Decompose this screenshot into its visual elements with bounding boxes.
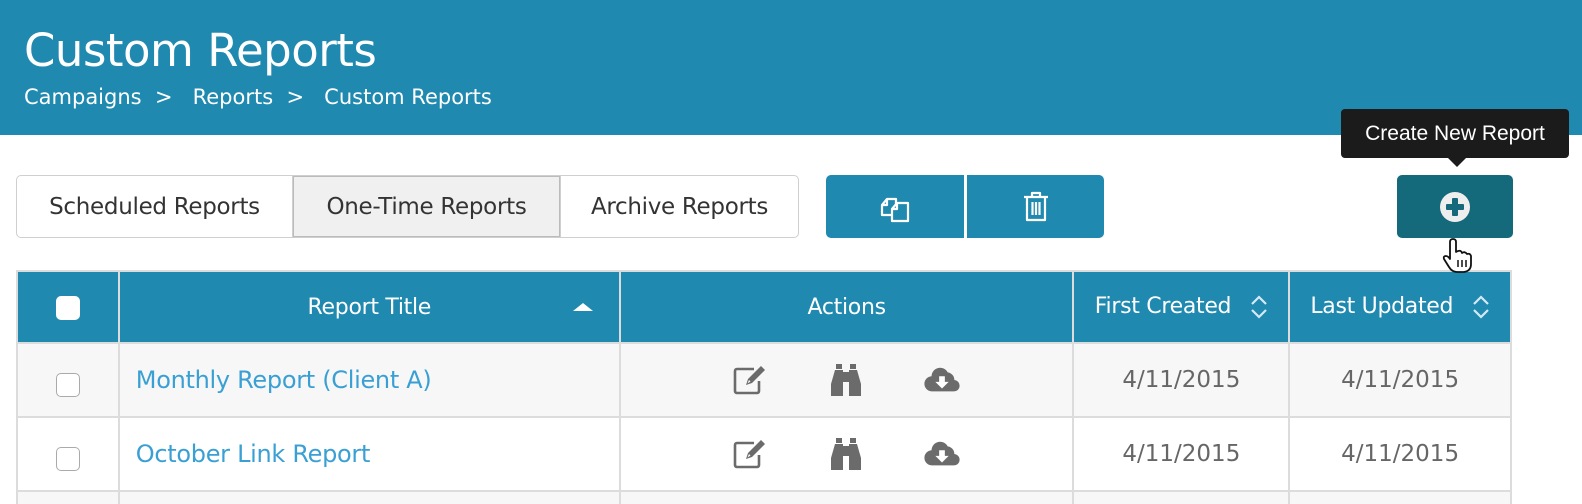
breadcrumb-separator — [273, 85, 286, 109]
tab-scheduled-reports[interactable]: Scheduled Reports — [17, 176, 292, 237]
copy-icon — [880, 197, 910, 222]
breadcrumb-separator — [142, 85, 155, 109]
report-title-link[interactable]: Monthly Report (Client A) — [120, 366, 432, 394]
header-report-title-label: Report Title — [307, 294, 432, 320]
edit-report-button[interactable] — [731, 362, 769, 398]
table-row — [16, 490, 1512, 504]
download-report-button[interactable] — [923, 436, 961, 472]
edit-icon — [733, 440, 765, 469]
cloud-download-icon — [924, 441, 960, 466]
last-updated-cell — [1288, 490, 1512, 504]
sort-icon — [1251, 295, 1267, 319]
create-new-report-button[interactable] — [1397, 175, 1513, 238]
view-report-button[interactable] — [827, 436, 865, 472]
breadcrumb-item-campaigns[interactable]: Campaigns — [24, 85, 142, 109]
breadcrumb: Campaigns > Reports > Custom Reports — [24, 85, 492, 109]
table-row: Monthly Report (Client A) 4/11/2015 4/11… — [16, 342, 1512, 418]
table-row: October Link Report 4/11/2015 4/11/2015 — [16, 416, 1512, 492]
row-select-cell — [16, 342, 120, 418]
actions-cell — [618, 342, 1075, 418]
header-report-title[interactable]: Report Title — [117, 270, 621, 344]
view-report-button[interactable] — [827, 362, 865, 398]
report-title-cell: Monthly Report (Client A) — [117, 342, 621, 418]
table-header-row: Report Title Actions First Created Last … — [16, 270, 1512, 344]
header-first-created-label: First Created — [1094, 294, 1232, 319]
header-first-created[interactable]: First Created — [1072, 270, 1291, 344]
sort-ascending-icon — [572, 303, 593, 311]
row-checkbox[interactable] — [55, 447, 80, 471]
trash-icon — [1023, 191, 1048, 221]
cloud-download-icon — [924, 367, 960, 392]
row-checkbox[interactable] — [55, 373, 80, 397]
row-select-cell — [16, 490, 120, 504]
binoculars-icon — [830, 364, 861, 396]
tooltip-arrow — [1448, 158, 1466, 167]
first-created-cell: 4/11/2015 — [1072, 342, 1291, 418]
sort-icon — [1473, 295, 1489, 319]
header-last-updated[interactable]: Last Updated — [1288, 270, 1512, 344]
first-created-cell: 4/11/2015 — [1072, 416, 1291, 492]
report-type-tabs: Scheduled Reports One-Time Reports Archi… — [16, 175, 799, 238]
header-actions: Actions — [618, 270, 1075, 344]
actions-cell — [618, 416, 1075, 492]
binoculars-icon — [830, 438, 861, 470]
create-report-tooltip: Create New Report — [1341, 109, 1569, 158]
edit-report-button[interactable] — [731, 436, 769, 472]
breadcrumb-separator: > — [154, 85, 173, 109]
row-select-cell — [16, 416, 120, 492]
plus-circle-icon — [1440, 191, 1470, 222]
breadcrumb-item-custom-reports: Custom Reports — [324, 85, 492, 109]
copy-button[interactable] — [826, 175, 964, 238]
first-created-cell — [1072, 490, 1291, 504]
report-title-cell: October Link Report — [117, 416, 621, 492]
delete-button[interactable] — [967, 175, 1104, 238]
tab-one-time-reports[interactable]: One-Time Reports — [292, 176, 560, 237]
breadcrumb-spacer — [173, 85, 193, 109]
download-report-button[interactable] — [923, 362, 961, 398]
breadcrumb-spacer — [304, 85, 324, 109]
last-updated-cell: 4/11/2015 — [1288, 342, 1512, 418]
page-title: Custom Reports — [24, 24, 377, 77]
select-all-cell — [16, 270, 120, 344]
edit-icon — [733, 366, 765, 395]
actions-cell — [618, 490, 1075, 504]
breadcrumb-item-reports[interactable]: Reports — [193, 85, 274, 109]
report-title-cell — [117, 490, 621, 504]
hand-pointer-cursor-icon — [1442, 238, 1472, 273]
bulk-action-buttons — [826, 175, 1104, 238]
header-last-updated-label: Last Updated — [1310, 294, 1454, 319]
select-all-checkbox[interactable] — [55, 295, 80, 320]
report-title-link[interactable]: October Link Report — [120, 440, 371, 468]
last-updated-cell: 4/11/2015 — [1288, 416, 1512, 492]
tab-archive-reports[interactable]: Archive Reports — [560, 176, 798, 237]
breadcrumb-separator: > — [286, 85, 305, 109]
reports-table: Report Title Actions First Created Last … — [16, 270, 1512, 504]
